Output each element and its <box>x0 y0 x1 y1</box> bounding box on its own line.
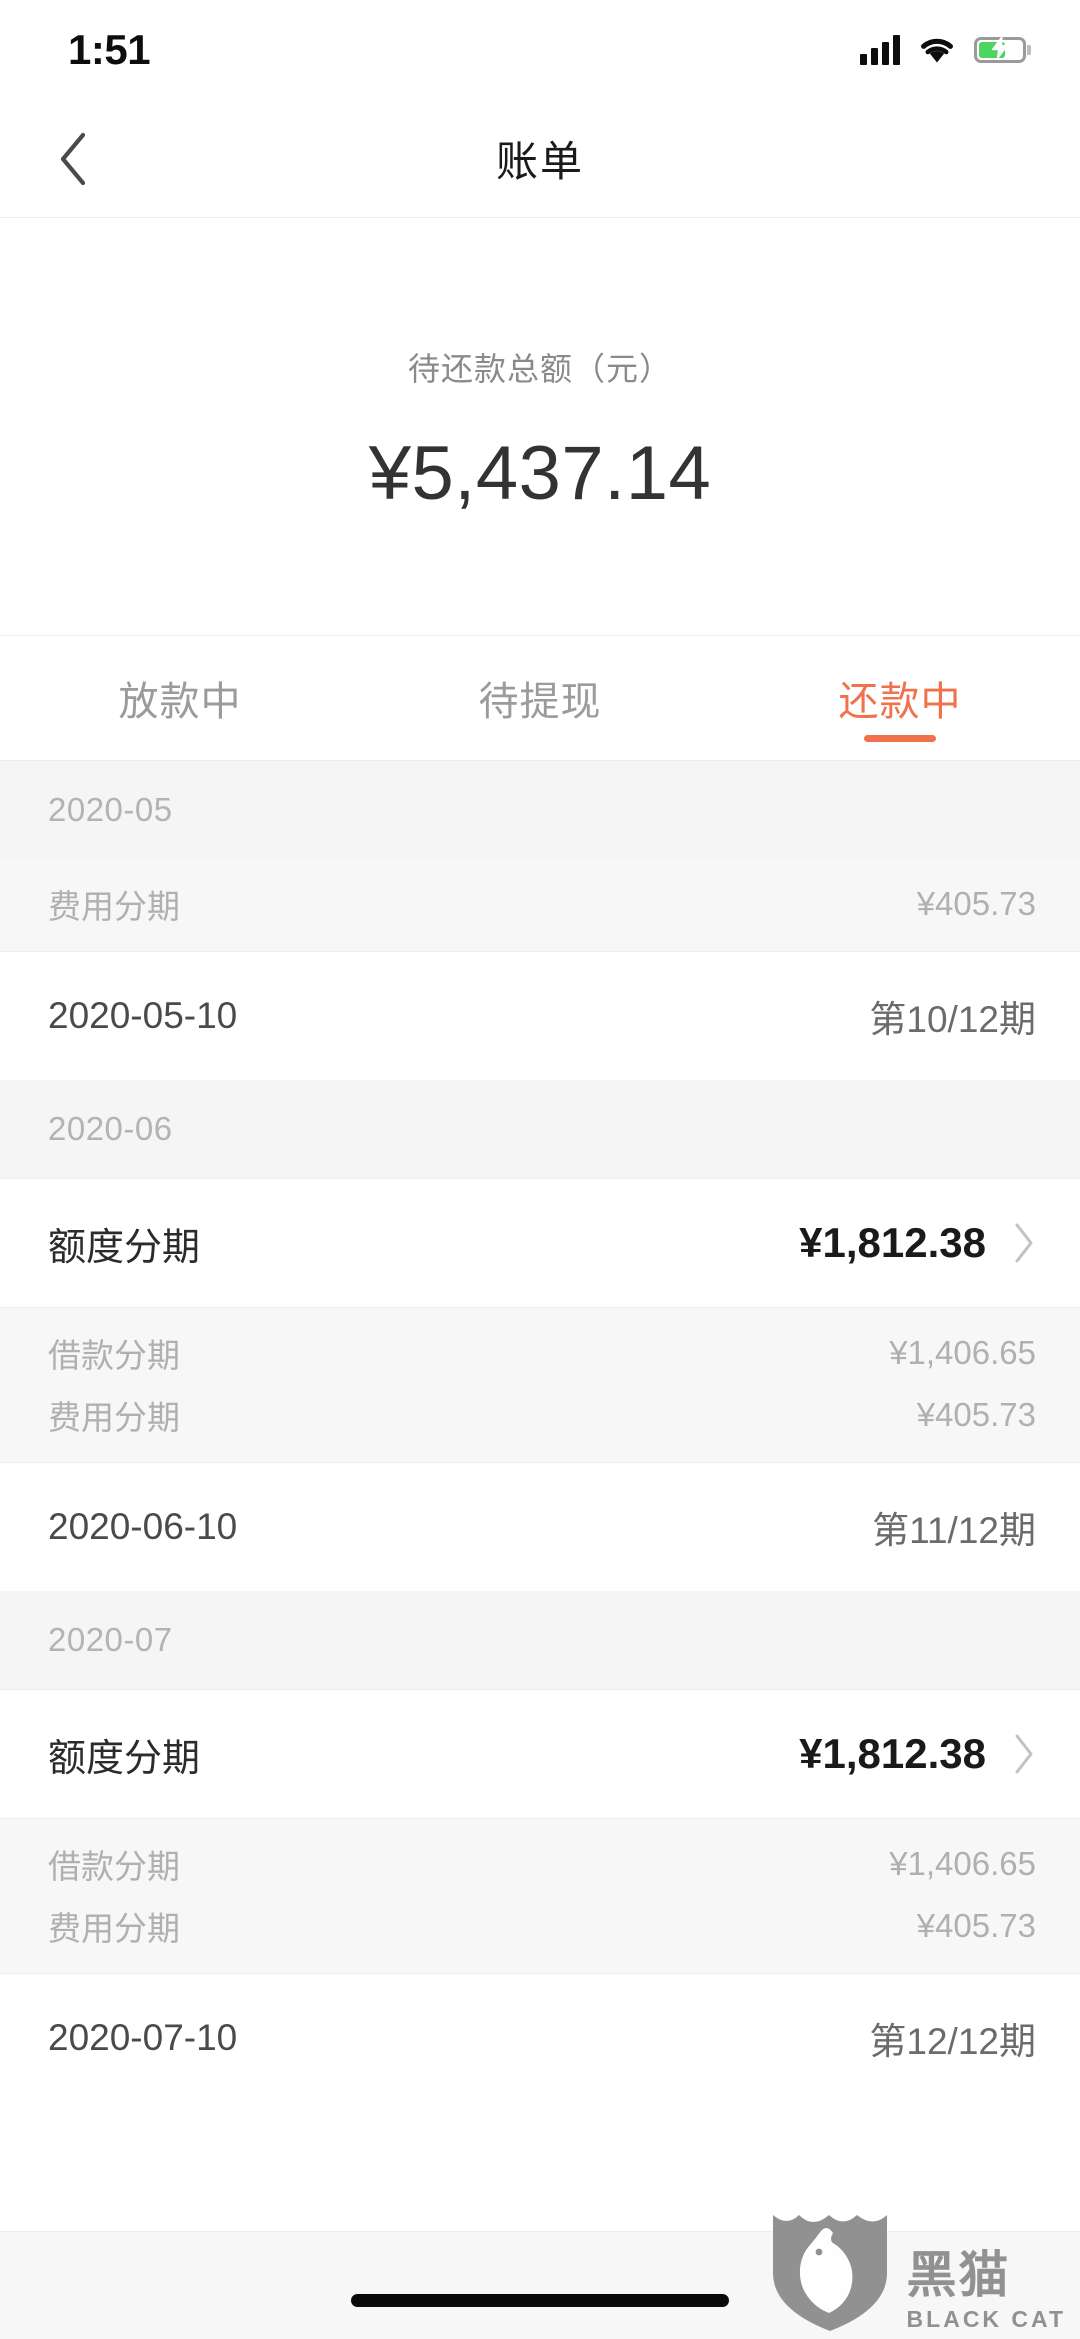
bill-group: 2020-06 额度分期 ¥1,812.38 借款分期 ¥1,406.65 费用… <box>0 1080 1080 1591</box>
tab-active-underline <box>864 735 936 742</box>
bill-list: 2020-05 费用分期 ¥405.73 2020-05-10 第10/12期 … <box>0 761 1080 2102</box>
installment-breakdown: 费用分期 ¥405.73 <box>0 859 1080 951</box>
credit-installment-amount: ¥1,812.38 <box>799 1219 986 1266</box>
credit-installment-row[interactable]: 额度分期 ¥1,812.38 <box>0 1178 1080 1308</box>
period-label: 第12/12期 <box>869 2021 1036 2062</box>
breakdown-label: 费用分期 <box>48 1399 180 1436</box>
breakdown-label: 借款分期 <box>48 1337 180 1374</box>
summary-amount: ¥5,437.14 <box>368 431 712 516</box>
period-label: 第11/12期 <box>872 1510 1036 1551</box>
page-title: 账单 <box>495 138 584 185</box>
wifi-icon <box>918 35 956 65</box>
credit-installment-amount: ¥1,812.38 <box>799 1730 986 1777</box>
breakdown-row: 费用分期 ¥405.73 <box>0 873 1080 935</box>
group-month-header: 2020-05 <box>0 761 1080 859</box>
credit-installment-label: 额度分期 <box>48 1226 201 1269</box>
tab-repaying[interactable]: 还款中 <box>720 636 1080 760</box>
due-date-row: 2020-05-10 第10/12期 <box>0 952 1080 1080</box>
nav-bar: 账单 <box>0 100 1080 218</box>
credit-installment-row[interactable]: 额度分期 ¥1,812.38 <box>0 1689 1080 1819</box>
breakdown-label: 费用分期 <box>48 1910 180 1947</box>
cellular-signal-icon <box>860 35 900 65</box>
installment-breakdown: 借款分期 ¥1,406.65 费用分期 ¥405.73 <box>0 1819 1080 1973</box>
chevron-left-icon <box>60 132 86 185</box>
due-date: 2020-05-10 <box>48 995 238 1036</box>
breakdown-value: ¥1,406.65 <box>889 1845 1036 1882</box>
phone-screen: 1:51 账单 待还款总额（元） ¥5,437.14 放款中 待提现 还款中 2… <box>0 0 1080 2339</box>
battery-charging-icon <box>974 35 1026 63</box>
tab-pending-withdrawal[interactable]: 待提现 <box>360 636 720 760</box>
chevron-right-icon <box>1015 1223 1033 1263</box>
breakdown-value: ¥1,406.65 <box>889 1334 1036 1371</box>
watermark-name-en: BLACK CAT <box>906 2306 1066 2332</box>
due-date: 2020-07-10 <box>48 2017 238 2058</box>
breakdown-row: 费用分期 ¥405.73 <box>0 1384 1080 1446</box>
credit-installment-right: ¥1,812.38 <box>799 1219 1036 1267</box>
watermark-text: 黑猫 BLACK CAT <box>907 2250 1066 2333</box>
black-cat-shield-logo <box>772 2215 887 2331</box>
group-month-header: 2020-06 <box>0 1080 1080 1178</box>
breakdown-value: ¥405.73 <box>916 1396 1036 1433</box>
chevron-right-icon <box>1015 1734 1033 1774</box>
watermark: 黑猫 BLACK CAT <box>769 2205 1066 2333</box>
tab-label: 还款中 <box>838 680 962 724</box>
tab-bar: 放款中 待提现 还款中 <box>0 636 1080 761</box>
tab-disbursing[interactable]: 放款中 <box>0 636 360 760</box>
credit-installment-label: 额度分期 <box>48 1737 201 1780</box>
breakdown-label: 借款分期 <box>48 1848 180 1885</box>
breakdown-label: 费用分期 <box>48 888 180 925</box>
bill-group: 2020-05 费用分期 ¥405.73 2020-05-10 第10/12期 <box>0 761 1080 1080</box>
breakdown-value: ¥405.73 <box>916 1907 1036 1944</box>
status-bar-icons <box>860 35 1026 65</box>
due-date-row: 2020-06-10 第11/12期 <box>0 1463 1080 1591</box>
due-date: 2020-06-10 <box>48 1506 238 1547</box>
summary-label: 待还款总额（元） <box>407 351 672 387</box>
tab-label: 放款中 <box>118 680 242 724</box>
credit-installment-right: ¥1,812.38 <box>799 1730 1036 1778</box>
tab-label: 待提现 <box>478 680 602 724</box>
back-button[interactable] <box>38 124 108 194</box>
breakdown-row: 借款分期 ¥1,406.65 <box>0 1322 1080 1384</box>
bill-group: 2020-07 额度分期 ¥1,812.38 借款分期 ¥1,406.65 费用… <box>0 1591 1080 2102</box>
breakdown-row: 借款分期 ¥1,406.65 <box>0 1833 1080 1895</box>
summary-panel: 待还款总额（元） ¥5,437.14 <box>0 218 1080 636</box>
watermark-name-cn: 黑猫 <box>906 2247 1011 2303</box>
breakdown-row: 费用分期 ¥405.73 <box>0 1895 1080 1957</box>
period-label: 第10/12期 <box>869 999 1036 1040</box>
status-bar-time: 1:51 <box>68 26 151 73</box>
installment-breakdown: 借款分期 ¥1,406.65 费用分期 ¥405.73 <box>0 1308 1080 1462</box>
due-date-row: 2020-07-10 第12/12期 <box>0 1974 1080 2102</box>
home-indicator[interactable] <box>351 2294 729 2307</box>
status-bar: 1:51 <box>0 0 1080 100</box>
group-month-header: 2020-07 <box>0 1591 1080 1689</box>
breakdown-value: ¥405.73 <box>916 885 1036 922</box>
